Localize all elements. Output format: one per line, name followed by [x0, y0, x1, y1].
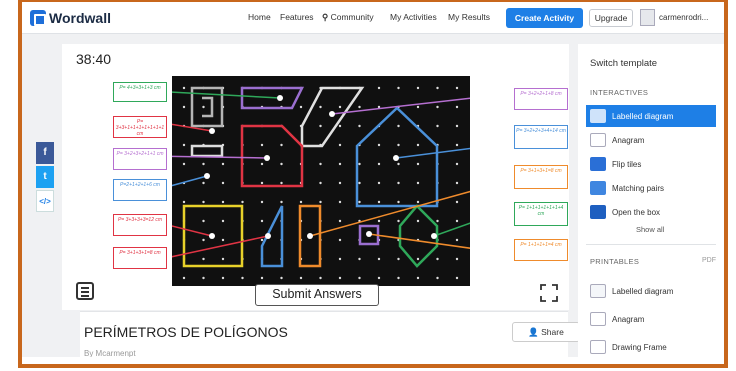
labelled-diagram-print-icon [590, 284, 606, 298]
anagram-print-icon [590, 312, 606, 326]
printable-label: Labelled diagram [612, 286, 674, 296]
printable-label: Anagram [612, 314, 645, 324]
drop-label[interactable]: P= 3+2+2+1+8 cm [514, 88, 568, 110]
upgrade-button[interactable]: Upgrade [589, 9, 633, 27]
drop-label[interactable]: P= 3+1+3+1=8 cm [514, 165, 568, 189]
printable-labelled-diagram[interactable]: Labelled diagram [586, 280, 716, 302]
twitter-icon[interactable]: t [36, 166, 54, 188]
template-label: Anagram [612, 135, 645, 145]
divider [586, 244, 716, 245]
nav-my-activities[interactable]: My Activities [390, 12, 437, 22]
printable-anagram[interactable]: Anagram [586, 308, 716, 330]
section-printables: PRINTABLES [590, 257, 640, 266]
section-interactives: INTERACTIVES [590, 88, 649, 97]
username: carmenrodri... [659, 13, 709, 22]
share-label: Share [541, 327, 564, 337]
menu-icon[interactable] [76, 282, 94, 300]
browser-viewport: Wordwall Home Features ⚲ Community My Ac… [22, 2, 724, 357]
template-label: Open the box [612, 207, 661, 217]
nav-community[interactable]: ⚲ Community [322, 12, 374, 23]
show-all-link[interactable]: Show all [636, 225, 664, 234]
drawing-frame-icon [590, 340, 606, 354]
pdf-badge: PDF [702, 257, 716, 264]
activity-panel: 38:40 (function(){ var g = document.curr… [62, 44, 569, 310]
drop-label[interactable]: P= 4+3+3+1+3 cm [113, 82, 167, 102]
template-matching-pairs[interactable]: Matching pairs [586, 177, 716, 199]
activity-info-bar: PERÍMETROS DE POLÍGONOS By Mcarmenpt 👤 S… [80, 311, 580, 357]
template-label: Labelled diagram [612, 111, 674, 121]
open-the-box-icon [590, 205, 606, 219]
sidebar-title: Switch template [590, 58, 658, 69]
top-navbar: Wordwall Home Features ⚲ Community My Ac… [22, 2, 724, 34]
logo-text: Wordwall [49, 10, 111, 26]
nav-my-results[interactable]: My Results [448, 12, 490, 22]
timer: 38:40 [76, 51, 112, 67]
geoboard-image: (function(){ var g = document.currentScr… [151, 76, 491, 286]
template-labelled-diagram[interactable]: Labelled diagram [586, 105, 716, 127]
drop-label[interactable]: P= 3+3+1+1+1+1+1+1+1 cm [113, 116, 167, 138]
template-flip-tiles[interactable]: Flip tiles [586, 153, 716, 175]
embed-icon[interactable]: </> [36, 190, 54, 212]
shape-red-1 [240, 124, 304, 188]
labelled-diagram-icon [590, 109, 606, 123]
share-button[interactable]: 👤 Share [512, 322, 580, 342]
activity-title: PERÍMETROS DE POLÍGONOS [84, 324, 288, 340]
matching-pairs-icon [590, 181, 606, 195]
drop-label[interactable]: P= 3+3+3+3=12 cm [113, 214, 167, 236]
shape-white-2 [190, 144, 224, 158]
nav-features[interactable]: Features [280, 12, 314, 22]
anagram-icon [590, 133, 606, 147]
avatar [640, 9, 655, 26]
template-anagram[interactable]: Anagram [586, 129, 716, 151]
drop-label[interactable]: P= 3+2+2+3+4+14 cm [514, 125, 568, 149]
share-icon: 👤 [528, 327, 539, 337]
author-byline[interactable]: By Mcarmenpt [84, 349, 136, 357]
geoboard-drawing: (function(){ var g = document.currentScr… [151, 86, 491, 280]
drop-label[interactable]: P= 3+1+3+1=8 cm [113, 247, 167, 269]
user-menu[interactable]: carmenrodri... [640, 9, 708, 26]
drop-label[interactable]: P= 1+1+1+1+1+1+4 cm [514, 202, 568, 226]
logo-icon [30, 10, 46, 26]
printable-label: Drawing Frame [612, 342, 667, 352]
nav-home[interactable]: Home [248, 12, 271, 22]
flip-tiles-icon [590, 157, 606, 171]
drop-label[interactable]: P= 1+1+1+1=4 cm [514, 239, 568, 261]
switch-template-sidebar: Switch template INTERACTIVES Labelled di… [578, 44, 724, 357]
wordwall-logo[interactable]: Wordwall [30, 10, 111, 26]
search-icon: ⚲ [322, 12, 329, 22]
drop-label[interactable]: P=2+1+2+1+6 cm [113, 179, 167, 201]
drop-label[interactable]: P= 3+2+3+2+1+1 cm [113, 148, 167, 170]
template-label: Flip tiles [612, 159, 642, 169]
create-activity-button[interactable]: Create Activity [506, 8, 583, 28]
template-open-the-box[interactable]: Open the box [586, 201, 716, 223]
fullscreen-icon[interactable] [540, 284, 558, 302]
printable-drawing-frame[interactable]: Drawing Frame [586, 336, 716, 357]
submit-answers-button[interactable]: Submit Answers [255, 284, 379, 306]
facebook-icon[interactable]: f [36, 142, 54, 164]
nav-community-label: Community [330, 12, 374, 22]
template-label: Matching pairs [612, 183, 665, 193]
